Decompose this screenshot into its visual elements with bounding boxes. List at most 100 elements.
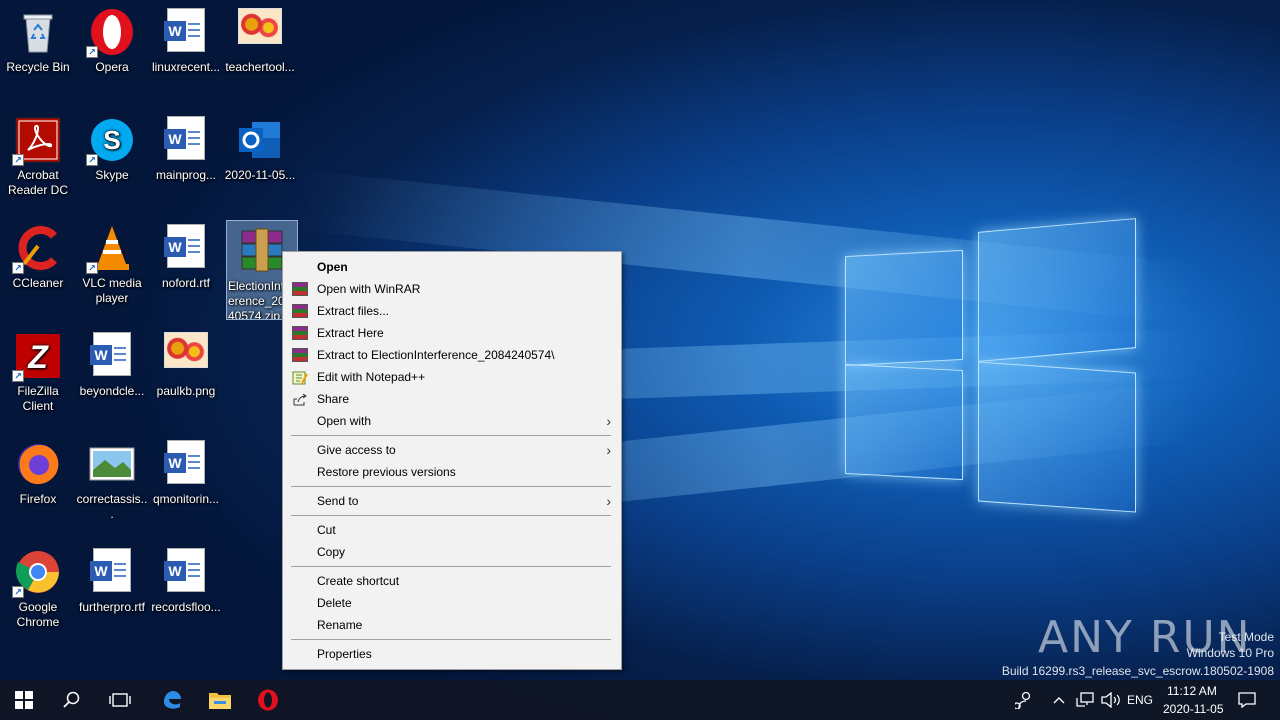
desktop-icon-chrome[interactable]: ↗ Google Chrome (0, 542, 76, 646)
shortcut-arrow-icon: ↗ (86, 154, 98, 166)
icon-label: correctassis... (76, 492, 148, 521)
desktop-icon-linuxrecent[interactable]: W linuxrecent... (148, 2, 224, 106)
edge-taskbar-button[interactable] (148, 680, 196, 720)
image-file-icon (162, 332, 210, 380)
menu-separator (291, 566, 611, 567)
desktop-icon-filezilla[interactable]: Z ↗ FileZilla Client (0, 326, 76, 430)
filezilla-icon: Z ↗ (12, 332, 62, 382)
start-button[interactable] (0, 680, 48, 720)
file-explorer-taskbar-button[interactable] (196, 680, 244, 720)
opera-taskbar-button[interactable] (244, 680, 292, 720)
shortcut-arrow-icon: ↗ (86, 46, 98, 58)
menu-item-label: Open with (317, 414, 372, 428)
icon-label: Opera (95, 60, 129, 74)
search-button[interactable] (48, 680, 96, 720)
windows-logo (840, 215, 1140, 515)
build-text: Build 16299.rs3_release_svc_escrow.18050… (1001, 664, 1274, 678)
menu-item-label: Create shortcut (317, 574, 400, 588)
desktop-icon-vlc[interactable]: ↗ VLC media player (74, 218, 150, 322)
firefox-icon (14, 440, 62, 488)
icon-label: beyondcle... (79, 384, 145, 398)
desktop-icon-beyondcle[interactable]: W beyondcle... (74, 326, 150, 430)
winrar-archive-icon (238, 227, 286, 275)
desktop-icon-outlook-msg[interactable]: 2020-11-05... (222, 110, 298, 214)
image-file-icon (236, 8, 284, 56)
desktop-icon-ccleaner[interactable]: ↗ CCleaner (0, 218, 76, 322)
vlc-icon: ↗ (86, 224, 136, 274)
winrar-icon (292, 282, 308, 296)
word-document-icon: W (162, 116, 210, 164)
landscape-image-icon (88, 440, 136, 488)
menu-item-label: Share (317, 392, 350, 406)
menu-item-open-with[interactable]: Open with › (283, 410, 621, 432)
start-icon (15, 691, 33, 709)
winrar-icon (292, 326, 308, 340)
clock-time[interactable]: 11:12 AM (1167, 684, 1217, 698)
language-indicator[interactable]: ENG (1127, 693, 1153, 707)
menu-item-give-access[interactable]: Give access to › (283, 439, 621, 461)
network-button[interactable] (1072, 680, 1098, 720)
menu-item-open-with-winrar[interactable]: Open with WinRAR (283, 278, 621, 300)
desktop-icon-recordsfloo[interactable]: W recordsfloo... (148, 542, 224, 646)
icon-label: qmonitorin... (152, 492, 220, 506)
desktop-icon-opera[interactable]: ↗ Opera (74, 2, 150, 106)
menu-item-label: Restore previous versions (317, 465, 456, 479)
menu-item-extract-to[interactable]: Extract to ElectionInterference_20842405… (283, 344, 621, 366)
task-view-icon (109, 693, 131, 707)
show-hidden-icons-button[interactable] (1048, 680, 1070, 720)
volume-button[interactable] (1098, 680, 1124, 720)
desktop-icon-qmonitorin[interactable]: W qmonitorin... (148, 434, 224, 538)
desktop-icon-furtherpro[interactable]: W furtherpro.rtf (74, 542, 150, 646)
icon-label: VLC media player (82, 276, 142, 305)
menu-item-delete[interactable]: Delete (283, 592, 621, 614)
menu-item-label: Extract Here (317, 326, 384, 340)
shortcut-arrow-icon: ↗ (12, 586, 24, 598)
share-icon (292, 392, 308, 406)
desktop-icon-noford[interactable]: W noford.rtf (148, 218, 224, 322)
menu-item-rename[interactable]: Rename (283, 614, 621, 636)
ccleaner-icon: ↗ (12, 224, 62, 274)
shortcut-arrow-icon: ↗ (86, 262, 98, 274)
test-mode-text: Test Mode (1218, 630, 1274, 644)
desktop-icon-teachertool[interactable]: teachertool... (222, 2, 298, 106)
icon-label: recordsfloo... (151, 600, 221, 614)
desktop-icon-skype[interactable]: S ↗ Skype (74, 110, 150, 214)
word-document-icon: W (88, 548, 136, 596)
icon-label: noford.rtf (161, 276, 211, 290)
menu-item-extract-here[interactable]: Extract Here (283, 322, 621, 344)
clock-date[interactable]: 2020-11-05 (1163, 702, 1224, 716)
desktop-icon-correctassis[interactable]: correctassis... (74, 434, 150, 538)
menu-item-label: Properties (317, 647, 372, 661)
menu-item-extract-files[interactable]: Extract files... (283, 300, 621, 322)
desktop-icon-mainprog[interactable]: W mainprog... (148, 110, 224, 214)
desktop-icon-recycle-bin[interactable]: Recycle Bin (0, 2, 76, 106)
action-center-button[interactable] (1226, 680, 1268, 720)
shortcut-arrow-icon: ↗ (12, 262, 24, 274)
menu-item-restore-versions[interactable]: Restore previous versions (283, 461, 621, 483)
menu-item-label: Rename (317, 618, 363, 632)
menu-item-label: Copy (317, 545, 346, 559)
people-button[interactable] (1002, 680, 1046, 720)
icon-label: paulkb.png (156, 384, 216, 398)
outlook-icon (236, 116, 284, 164)
icon-label: Acrobat Reader DC (7, 168, 69, 197)
task-view-button[interactable] (96, 680, 144, 720)
menu-item-cut[interactable]: Cut (283, 519, 621, 541)
chevron-right-icon: › (606, 413, 611, 429)
menu-item-open[interactable]: Open (283, 256, 621, 278)
menu-item-properties[interactable]: Properties (283, 643, 621, 665)
menu-item-send-to[interactable]: Send to › (283, 490, 621, 512)
menu-item-create-shortcut[interactable]: Create shortcut (283, 570, 621, 592)
svg-text:Z: Z (27, 339, 49, 375)
menu-item-label: Extract files... (317, 304, 390, 318)
desktop-icon-paulkb[interactable]: paulkb.png (148, 326, 224, 430)
search-icon (63, 691, 80, 708)
menu-item-copy[interactable]: Copy (283, 541, 621, 563)
menu-item-share[interactable]: Share (283, 388, 621, 410)
icon-label: FileZilla Client (17, 384, 59, 413)
desktop-icon-acrobat[interactable]: ↗ Acrobat Reader DC (0, 110, 76, 214)
menu-item-edit-notepadpp[interactable]: Edit with Notepad++ (283, 366, 621, 388)
desktop-icon-firefox[interactable]: Firefox (0, 434, 76, 538)
acrobat-icon: ↗ (12, 116, 62, 166)
context-menu: Open Open with WinRAR Extract files... E… (282, 251, 622, 670)
